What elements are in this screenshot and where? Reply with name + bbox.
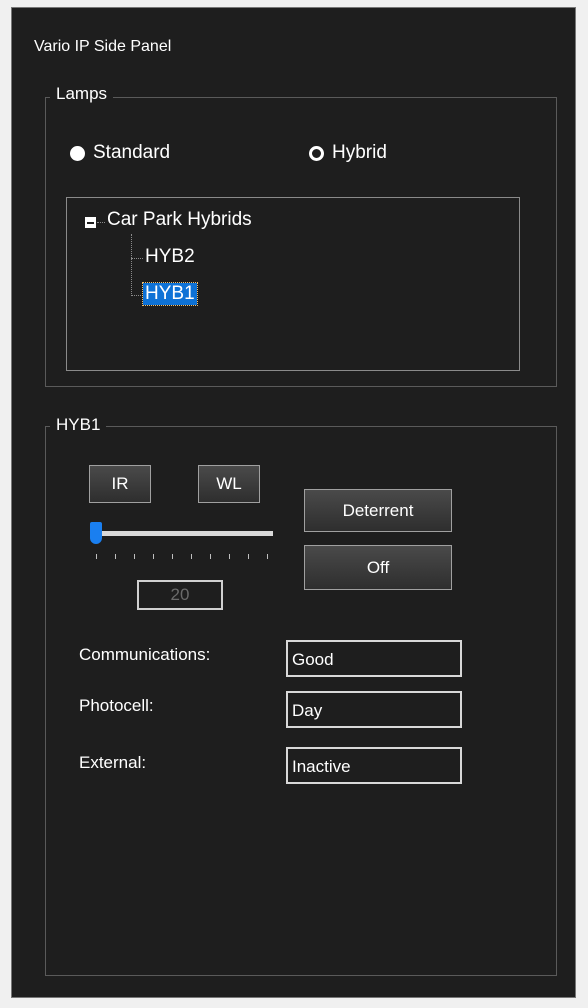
side-panel: Vario IP Side Panel Lamps Standard Hybri… [11,7,576,998]
slider-value-box: 20 [137,580,223,610]
slider-tick [153,554,154,559]
slider-tick [172,554,173,559]
lamps-group-label: Lamps [50,84,114,104]
ir-button[interactable]: IR [88,464,152,504]
communications-field: Good [286,640,462,677]
panel-title: Vario IP Side Panel [34,38,172,55]
slider-tick [210,554,211,559]
slider-tick [229,554,230,559]
radio-hybrid[interactable]: Hybrid [309,142,387,164]
slider-tick [191,554,192,559]
tree-item-hyb1[interactable]: HYB1 [142,282,198,306]
tree-item-hyb2[interactable]: HYB2 [145,246,195,268]
intensity-slider-thumb[interactable] [90,522,102,544]
external-field: Inactive [286,747,462,784]
deterrent-button[interactable]: Deterrent [304,489,452,532]
external-label: External: [79,753,147,772]
hyb1-group-label: HYB1 [50,415,107,435]
slider-tick [96,554,97,559]
tree-connector [131,234,132,296]
radio-standard-label: Standard [93,142,171,163]
lamp-tree[interactable]: Car Park Hybrids HYB2 HYB1 [66,197,520,371]
photocell-field: Day [286,691,462,728]
slider-tick [115,554,116,559]
tree-connector [131,258,143,259]
radio-standard[interactable]: Standard [70,142,170,164]
intensity-slider-track[interactable] [92,531,273,536]
wl-button[interactable]: WL [197,464,261,504]
photocell-label: Photocell: [79,696,154,715]
radio-hybrid-label: Hybrid [332,142,387,163]
slider-tick [134,554,135,559]
tree-connector [131,295,143,296]
collapse-icon[interactable] [85,217,96,228]
communications-label: Communications: [79,645,211,664]
slider-tick [248,554,249,559]
off-button[interactable]: Off [304,545,452,590]
tree-root-car-park-hybrids[interactable]: Car Park Hybrids [107,209,252,231]
radio-selected-icon [70,145,85,161]
slider-tick [267,554,268,559]
radio-unselected-icon [309,145,324,161]
tree-connector [97,222,105,223]
